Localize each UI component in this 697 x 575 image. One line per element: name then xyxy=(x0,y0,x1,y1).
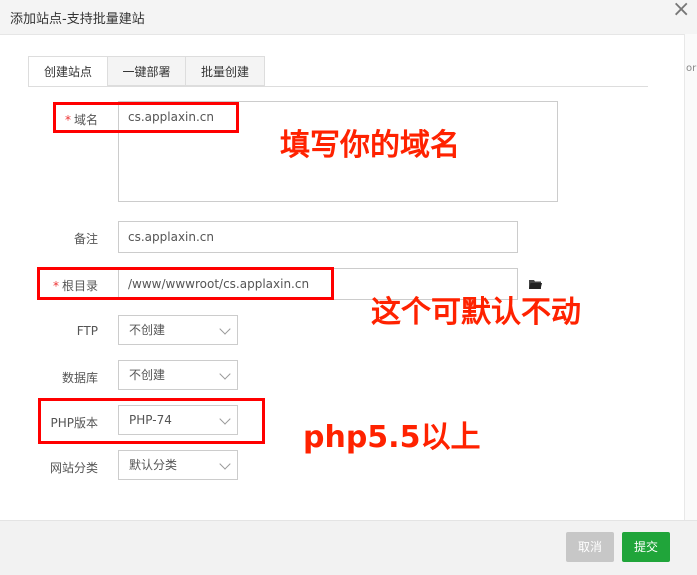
category-label: 网站分类 xyxy=(49,461,98,475)
domain-annotation: 填写你的域名 xyxy=(280,128,460,163)
category-select[interactable]: 默认分类 xyxy=(118,450,238,480)
close-icon[interactable]: × xyxy=(672,0,690,22)
category-value: 默认分类 xyxy=(129,458,178,472)
domain-highlight-box xyxy=(53,102,239,133)
cancel-button[interactable]: 取消 xyxy=(566,532,614,562)
tab-one-click-deploy[interactable]: 一键部署 xyxy=(107,56,186,86)
dialog-footer: 取消 提交 xyxy=(0,520,697,575)
dialog-title: 添加站点-支持批量建站 xyxy=(10,12,145,27)
edge-text-2: or xyxy=(686,63,697,74)
remark-label: 备注 xyxy=(73,232,98,246)
dialog-titlebar: 添加站点-支持批量建站 × xyxy=(0,0,697,35)
ftp-value: 不创建 xyxy=(129,323,166,337)
ftp-select[interactable]: 不创建 xyxy=(118,315,238,345)
remark-input[interactable]: cs.applaxin.cn xyxy=(118,221,518,253)
root-annotation: 这个可默认不动 xyxy=(371,295,581,330)
php-annotation: php5.5以上 xyxy=(303,420,481,455)
database-value: 不创建 xyxy=(129,368,166,382)
chevron-down-icon xyxy=(219,458,231,470)
ftp-label: FTP xyxy=(76,324,98,338)
tab-batch-create[interactable]: 批量创建 xyxy=(185,56,265,86)
chevron-down-icon xyxy=(219,368,231,380)
tab-divider xyxy=(28,86,648,87)
tab-create-site[interactable]: 创建站点 xyxy=(28,56,108,87)
database-label: 数据库 xyxy=(61,371,98,385)
php-highlight-box xyxy=(38,398,265,444)
submit-button[interactable]: 提交 xyxy=(622,532,670,562)
remark-value: cs.applaxin.cn xyxy=(128,230,214,244)
root-highlight-box xyxy=(37,267,334,300)
background-window-edge: cr or xyxy=(684,34,697,520)
database-select[interactable]: 不创建 xyxy=(118,360,238,390)
chevron-down-icon xyxy=(219,323,231,335)
